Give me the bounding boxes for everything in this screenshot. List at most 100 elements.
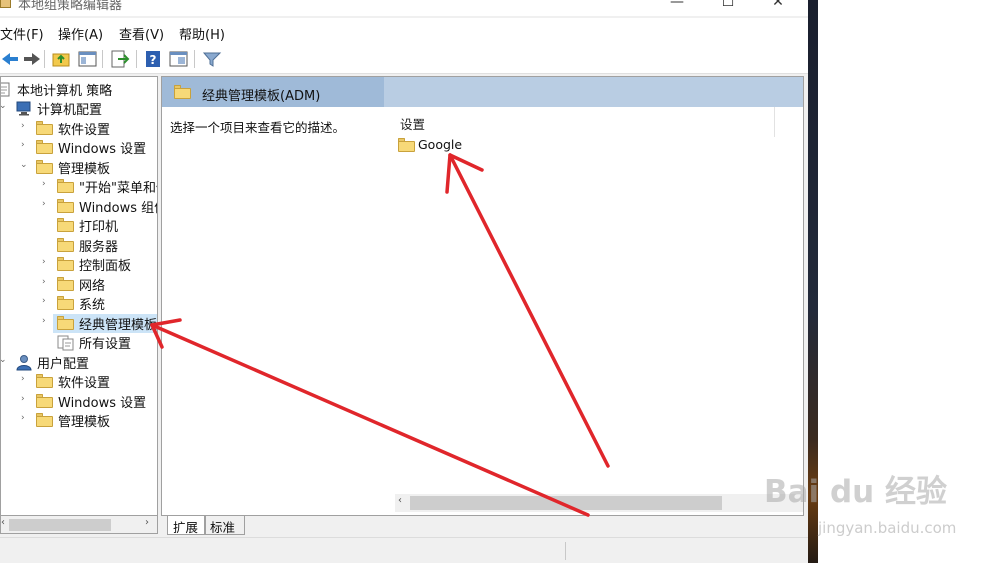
menu-file[interactable]: 文件(F) [0, 24, 44, 43]
folder-icon [57, 179, 74, 193]
tab-extended[interactable]: 扩展 [167, 516, 205, 535]
tree-item-user-windows-settings[interactable]: › Windows 设置 [1, 392, 157, 411]
menu-action[interactable]: 操作(A) [58, 24, 103, 43]
back-icon[interactable] [0, 49, 22, 69]
chevron-down-icon[interactable]: ⌄ [1, 355, 9, 365]
baidu-watermark-url: jingyan.baidu.com [818, 519, 957, 537]
tree-label: 管理模板 [58, 415, 111, 430]
tree-label: 打印机 [79, 220, 119, 235]
toolbar-separator [102, 50, 103, 68]
detail-header-title: 经典管理模板(ADM) [202, 89, 321, 104]
toolbar-separator [194, 50, 195, 68]
properties-icon[interactable] [168, 49, 190, 69]
tree-item-classic-admin-templates[interactable]: 经典管理模板 [53, 314, 157, 333]
chevron-right-icon[interactable]: › [42, 296, 52, 306]
tree-item-windows-settings[interactable]: › Windows 设置 [1, 138, 157, 157]
up-folder-icon[interactable] [51, 49, 73, 69]
tree-label: 管理模板 [58, 162, 111, 177]
tab-standard[interactable]: 标准 [205, 516, 245, 535]
chevron-right-icon[interactable]: › [21, 140, 31, 150]
scroll-left-icon[interactable]: ‹ [398, 495, 402, 506]
status-separator [565, 542, 566, 560]
chevron-right-icon[interactable]: › [21, 121, 31, 131]
chevron-right-icon[interactable]: › [42, 316, 52, 326]
chevron-right-icon[interactable]: › [42, 179, 52, 189]
detail-header: 经典管理模板(ADM) [162, 77, 803, 107]
scrollbar-thumb[interactable] [410, 496, 722, 510]
menu-help[interactable]: 帮助(H) [179, 24, 225, 43]
tree-item-root[interactable]: 本地计算机 策略 [1, 80, 157, 99]
window-title: 本地组策略编辑器 [18, 0, 123, 13]
tree-item-user-admin-templates[interactable]: › 管理模板 [1, 411, 157, 430]
scroll-left-icon[interactable]: ‹ [1, 517, 5, 528]
chevron-right-icon[interactable]: › [42, 199, 52, 209]
folder-icon [57, 277, 74, 291]
folder-icon [57, 257, 74, 271]
tree-item-user-config[interactable]: ⌄ 用户配置 [1, 353, 157, 372]
status-bar [0, 537, 808, 563]
policy-document-icon [1, 82, 10, 97]
tree-item-server[interactable]: 服务器 [1, 236, 157, 255]
folder-icon [36, 374, 53, 388]
tree-item-windows-components[interactable]: › Windows 组件 [1, 197, 157, 216]
detail-horizontal-scrollbar[interactable]: ‹ [395, 494, 803, 512]
minimize-button[interactable]: — [662, 0, 692, 12]
folder-icon [36, 160, 53, 174]
tree-item-software-settings[interactable]: › 软件设置 [1, 119, 157, 138]
chevron-right-icon[interactable]: › [42, 277, 52, 287]
forward-icon[interactable] [20, 49, 42, 69]
show-hide-tree-icon[interactable] [77, 49, 99, 69]
tree-item-computer-config[interactable]: ⌄ 计算机配置 [1, 99, 157, 118]
scrollbar-thumb[interactable] [9, 519, 111, 531]
tree-label: 软件设置 [58, 123, 111, 138]
tree-item-start-menu[interactable]: › "开始"菜单和任务栏 [1, 177, 157, 196]
chevron-down-icon[interactable]: ⌄ [20, 160, 30, 170]
tree-item-control-panel[interactable]: › 控制面板 [1, 255, 157, 274]
folder-icon [398, 138, 415, 152]
tree-label: 网络 [79, 279, 106, 294]
folder-icon [36, 140, 53, 154]
tree-label: Windows 设置 [58, 142, 147, 157]
chevron-right-icon[interactable]: › [21, 394, 31, 404]
tab-extended-label: 扩展 [173, 520, 199, 535]
folder-icon [36, 394, 53, 408]
detail-pane: 经典管理模板(ADM) 选择一个项目来查看它的描述。 设置 Google ‹ [161, 76, 804, 516]
folder-icon [57, 238, 74, 252]
tree-item-system[interactable]: › 系统 [1, 294, 157, 313]
scroll-right-icon[interactable]: › [145, 517, 149, 528]
tree-item-user-software-settings[interactable]: › 软件设置 [1, 372, 157, 391]
export-list-icon[interactable] [109, 49, 131, 69]
toolbar-separator [136, 50, 137, 68]
all-settings-icon [57, 335, 74, 351]
tree-item-printers[interactable]: 打印机 [1, 216, 157, 235]
close-button[interactable]: ✕ [763, 0, 793, 12]
tree-label: 所有设置 [79, 337, 132, 352]
filter-icon[interactable] [201, 49, 223, 69]
list-item-label: Google [418, 137, 463, 152]
tree-item-all-settings[interactable]: 所有设置 [1, 333, 157, 352]
baidu-watermark-logo: Bai du 经验 [764, 474, 948, 510]
folder-icon [57, 218, 74, 232]
tree-item-network[interactable]: › 网络 [1, 275, 157, 294]
tree-label: 服务器 [79, 240, 119, 255]
menu-view[interactable]: 查看(V) [119, 24, 164, 43]
tree-label: "开始"菜单和任务栏 [79, 181, 157, 196]
tree-horizontal-scrollbar[interactable]: ‹ › [0, 516, 158, 534]
chevron-down-icon[interactable]: ⌄ [1, 101, 9, 111]
help-icon[interactable]: ? [143, 49, 165, 69]
tree-label: 系统 [79, 298, 106, 313]
column-header-settings[interactable]: 设置 [400, 114, 425, 133]
folder-icon [57, 296, 74, 310]
tab-standard-label: 标准 [210, 520, 236, 535]
tree-label: 计算机配置 [37, 103, 103, 118]
tree-item-admin-templates[interactable]: ⌄ 管理模板 [1, 158, 157, 177]
tree-label: 本地计算机 策略 [17, 84, 113, 99]
chevron-right-icon[interactable]: › [21, 374, 31, 384]
tree-pane: 本地计算机 策略 ⌄ 计算机配置 › 软件设置 › Windows 设置 ⌄ 管… [0, 76, 158, 516]
chevron-right-icon[interactable]: › [21, 413, 31, 423]
description-text: 选择一个项目来查看它的描述。 [170, 120, 346, 135]
chevron-right-icon[interactable]: › [42, 257, 52, 267]
view-tabs: 扩展 标准 [161, 516, 804, 536]
maximize-button[interactable]: ☐ [713, 0, 743, 12]
tree-label: 控制面板 [79, 259, 132, 274]
